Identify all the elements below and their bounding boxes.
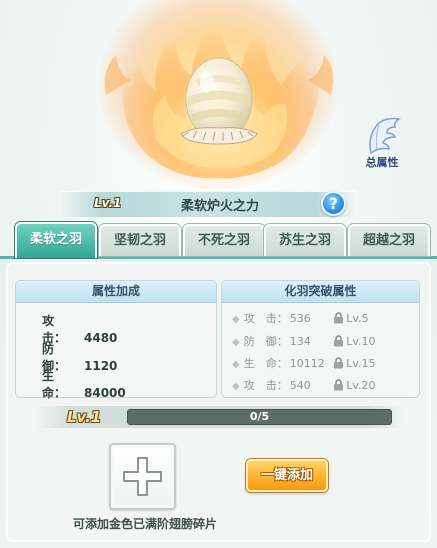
- tab-revival-feather[interactable]: 苏生之羽: [264, 224, 346, 256]
- tab-transcend-feather[interactable]: 超越之羽: [348, 224, 430, 256]
- breakthrough-row: ◆ 攻 击： 536 Lv.5: [232, 312, 369, 325]
- diamond-bullet-icon: ◆: [232, 314, 240, 325]
- wing-title: 柔软炉火之力: [180, 199, 259, 214]
- one-click-add-button[interactable]: 一键添加: [246, 459, 328, 492]
- lock-icon: [334, 357, 344, 369]
- help-button[interactable]: ?: [321, 191, 346, 216]
- total-attributes-button[interactable]: 总属性: [357, 115, 407, 173]
- tab-immortal-feather[interactable]: 不死之羽: [183, 224, 265, 256]
- lock-icon: [334, 379, 344, 391]
- wing-level: Lv.1: [94, 196, 122, 210]
- add-hint-text: 可添加金色已满阶翅膀碎片: [72, 517, 217, 531]
- lock-icon: [334, 312, 344, 324]
- breakthrough-row: ◆ 防 御： 134 Lv.10: [232, 335, 376, 348]
- diamond-bullet-icon: ◆: [232, 359, 240, 370]
- diamond-bullet-icon: ◆: [232, 337, 240, 348]
- progress-level: Lv.1: [67, 408, 102, 426]
- lock-icon: [334, 335, 344, 347]
- add-fragment-slot[interactable]: [109, 443, 176, 510]
- breakthrough-title: 化羽突破属性: [222, 281, 419, 303]
- egg-icon: [173, 52, 265, 152]
- breakthrough-row: ◆ 生 命： 10112 Lv.15: [232, 357, 376, 370]
- diamond-bullet-icon: ◆: [232, 381, 240, 392]
- attribute-bonus-title: 属性加成: [16, 281, 216, 303]
- tab-soft-feather[interactable]: 柔软之羽: [15, 222, 97, 258]
- tab-tough-feather[interactable]: 坚韧之羽: [99, 224, 181, 256]
- progress-text: 0/5: [249, 410, 270, 423]
- plus-icon: [123, 457, 162, 496]
- attribute-row: 生 命： 84000: [42, 369, 126, 400]
- wing-feather-screen: 总属性 Lv.1 柔软炉火之力 ? 柔软之羽 坚韧之羽 不死之羽 苏生之羽 超越…: [0, 0, 437, 548]
- total-attributes-label: 总属性: [365, 156, 399, 169]
- breakthrough-row: ◆ 攻 击： 540 Lv.20: [232, 379, 376, 392]
- level-progress-bar: 0/5: [127, 409, 392, 425]
- wing-icon: [369, 117, 401, 155]
